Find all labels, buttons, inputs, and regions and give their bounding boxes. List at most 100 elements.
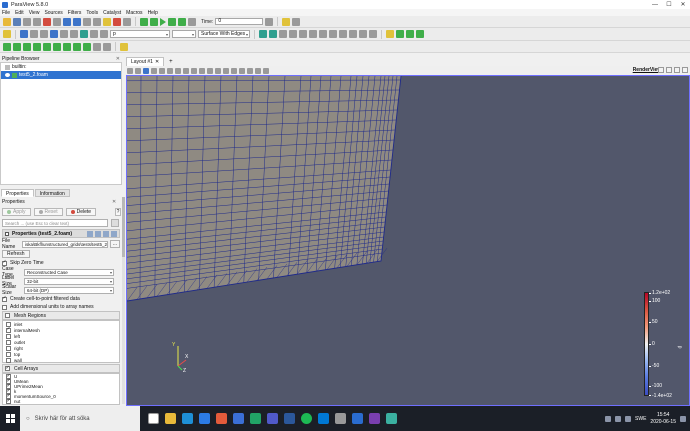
refresh-icon[interactable] <box>103 230 109 237</box>
menu-filters[interactable]: Filters <box>68 10 82 16</box>
representation-select[interactable]: Surface With Edges ▾ <box>198 30 250 38</box>
maximize-button[interactable]: ☐ <box>662 0 676 9</box>
reset-range-icon[interactable] <box>60 30 68 38</box>
view-plus-x-icon[interactable] <box>289 30 297 38</box>
select-blocks-icon[interactable] <box>207 67 213 74</box>
first-frame-icon[interactable] <box>140 17 148 26</box>
copy-icon[interactable] <box>87 230 93 237</box>
add-layout-button[interactable]: + <box>166 59 176 65</box>
select-points-through-icon[interactable] <box>183 67 189 74</box>
solid-color-icon[interactable] <box>100 30 108 38</box>
previous-frame-icon[interactable] <box>150 17 158 26</box>
close-icon[interactable]: ✕ <box>112 199 116 205</box>
grow-selection-icon[interactable] <box>247 67 253 74</box>
color-map-editor-icon[interactable] <box>3 30 11 38</box>
case-type-select[interactable]: Reconstructed Case ▾ <box>24 268 114 276</box>
skip-zero-time-checkbox[interactable] <box>2 259 7 266</box>
warp-vector-icon[interactable] <box>83 42 91 51</box>
camera-undo-icon[interactable] <box>83 17 91 26</box>
view-minus-x-icon[interactable] <box>299 30 307 38</box>
menu-tools[interactable]: Tools <box>86 10 98 16</box>
extract-level-icon[interactable] <box>103 42 111 51</box>
outlook-icon[interactable] <box>318 413 329 424</box>
interaction-mode-icon[interactable] <box>386 30 394 38</box>
pipeline-item-builtin[interactable]: builtin: <box>1 63 121 71</box>
connect-icon[interactable] <box>43 17 51 26</box>
interactive-select-points-icon[interactable] <box>223 67 229 74</box>
glyph-icon[interactable] <box>63 42 71 51</box>
redo-icon[interactable] <box>73 17 81 26</box>
dimensional-units-checkbox[interactable] <box>2 304 7 310</box>
rescale-time-icon[interactable] <box>40 30 48 38</box>
toggle-legend-icon[interactable] <box>70 30 78 38</box>
file-explorer-icon[interactable] <box>165 413 176 424</box>
start-button[interactable] <box>0 406 20 431</box>
close-view-icon[interactable] <box>682 67 688 73</box>
file-name-input[interactable]: iska\Bkfl\unstructured_grids\tests\test5… <box>21 240 108 248</box>
disconnect-icon[interactable] <box>53 17 61 26</box>
tab-properties[interactable]: Properties <box>1 189 34 197</box>
camera-redo-icon[interactable] <box>93 17 101 26</box>
properties-search-input[interactable]: Search ... (use Esc to clear text) <box>2 219 108 227</box>
stream-tracer-icon[interactable] <box>73 42 81 51</box>
contour-icon[interactable] <box>13 42 21 51</box>
mesh-region-checkbox[interactable] <box>6 326 11 333</box>
calculator-icon[interactable] <box>3 42 11 51</box>
tab-layout-1[interactable]: Layout #1 ✕ <box>126 56 165 67</box>
minimize-button[interactable]: — <box>648 0 662 9</box>
help-icon[interactable] <box>123 17 131 26</box>
office-icon[interactable] <box>216 413 227 424</box>
clear-selection-icon[interactable] <box>263 67 269 74</box>
apply-button[interactable]: Apply <box>2 208 31 216</box>
shrink-selection-icon[interactable] <box>255 67 261 74</box>
spreadsheet-icon[interactable] <box>292 17 301 26</box>
network-icon[interactable] <box>615 415 622 422</box>
hover-cells-icon[interactable] <box>239 67 245 74</box>
last-frame-icon[interactable] <box>178 17 186 26</box>
reset-camera-icon[interactable] <box>259 30 267 38</box>
extract-subset-icon[interactable] <box>53 42 61 51</box>
loop-icon[interactable] <box>188 17 196 26</box>
mail-icon[interactable] <box>199 413 210 424</box>
chevron-up-icon[interactable] <box>605 415 612 422</box>
word-icon[interactable] <box>284 413 295 424</box>
language-indicator[interactable]: SWE <box>635 416 646 422</box>
pick-center-icon[interactable] <box>416 30 424 38</box>
isometric-view-icon[interactable] <box>349 30 357 38</box>
view-plus-z-icon[interactable] <box>329 30 337 38</box>
reset-center-icon[interactable] <box>406 30 414 38</box>
cell-to-point-checkbox[interactable] <box>2 295 7 302</box>
cell-array-item[interactable]: nut <box>3 398 119 404</box>
zoom-to-data-icon[interactable] <box>269 30 277 38</box>
excel-icon[interactable] <box>250 413 261 424</box>
store-icon[interactable] <box>233 413 244 424</box>
mesh-regions-select-all[interactable] <box>5 313 10 318</box>
rotate-cw-icon[interactable] <box>359 30 367 38</box>
axes-grid-icon[interactable] <box>135 67 141 74</box>
find-data-icon[interactable] <box>282 17 291 26</box>
gear-icon[interactable] <box>111 219 119 227</box>
menu-macros[interactable]: Macros <box>126 10 142 16</box>
volume-icon[interactable] <box>625 415 632 422</box>
cell-arrays-select-all[interactable] <box>5 365 10 371</box>
vs-icon[interactable] <box>369 413 380 424</box>
interactive-select-cells-icon[interactable] <box>215 67 221 74</box>
threshold-icon[interactable] <box>43 42 51 51</box>
clock[interactable]: 15:54 2020-06-15 <box>650 412 676 426</box>
tab-information[interactable]: Information <box>34 189 70 197</box>
maximize-view-icon[interactable] <box>674 67 680 73</box>
paraview-icon[interactable] <box>352 413 363 424</box>
browse-button[interactable]: ... <box>109 240 121 248</box>
capture-icon[interactable] <box>151 67 157 74</box>
mesh-regions-header[interactable]: Mesh Regions <box>2 311 120 320</box>
rotate-ccw-icon[interactable] <box>369 30 377 38</box>
taskbar-search[interactable]: ○ Skriv här för att söka <box>20 406 140 431</box>
play-icon[interactable] <box>160 17 166 26</box>
clip-icon[interactable] <box>23 42 31 51</box>
split-vertical-icon[interactable] <box>666 67 672 73</box>
component-select[interactable]: ▾ <box>172 30 196 38</box>
cell-to-point-row[interactable]: Create cell-to-point filtered data <box>2 295 80 303</box>
menu-sources[interactable]: Sources <box>44 10 62 16</box>
eye-icon[interactable] <box>5 73 10 77</box>
mesh-region-checkbox[interactable] <box>6 333 11 339</box>
